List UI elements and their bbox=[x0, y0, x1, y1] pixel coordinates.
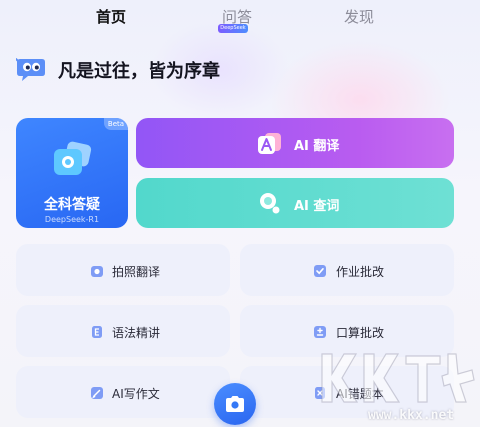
camera-fab-button[interactable] bbox=[214, 383, 256, 425]
tab-home[interactable]: 首页 bbox=[96, 6, 126, 27]
tool-label: 口算批改 bbox=[336, 326, 385, 340]
chat-bubble-mascot-icon bbox=[15, 56, 46, 82]
tool-label: 作业批改 bbox=[336, 265, 385, 279]
translate-a-icon bbox=[257, 131, 283, 155]
tool-grammar[interactable]: 语法精讲 bbox=[16, 305, 230, 357]
feature-subtitle: DeepSeek-R1 bbox=[44, 215, 100, 224]
tool-homework-grading[interactable]: 作业批改 bbox=[240, 244, 454, 296]
ai-lookup-label: AI 查词 bbox=[294, 199, 340, 214]
ai-lookup-button[interactable]: AI 查词 bbox=[136, 178, 454, 228]
tool-label: AI写作文 bbox=[112, 387, 160, 401]
top-navigation: 首页 问答 DeepSeek 发现 bbox=[0, 0, 480, 34]
feature-title: 全科答疑 bbox=[44, 197, 100, 213]
tool-label: 语法精讲 bbox=[112, 326, 161, 340]
tool-photo-translate[interactable]: 拍照翻译 bbox=[16, 244, 230, 296]
deepseek-badge: DeepSeek bbox=[218, 24, 248, 33]
greeting-text: 凡是过往，皆为序章 bbox=[58, 61, 220, 82]
ai-translate-button[interactable]: AI 翻译 bbox=[136, 118, 454, 168]
book-e-icon bbox=[90, 324, 104, 338]
beta-badge: Beta bbox=[104, 118, 128, 130]
watermark-url: www.kkx.net bbox=[368, 408, 455, 423]
tab-discover[interactable]: 发现 bbox=[344, 6, 374, 27]
tool-ai-essay[interactable]: AI写作文 bbox=[16, 366, 230, 418]
pen-icon bbox=[90, 385, 104, 399]
magnifier-dot-icon bbox=[257, 191, 283, 215]
camera-icon bbox=[226, 396, 244, 412]
ai-translate-label: AI 翻译 bbox=[294, 139, 340, 154]
check-icon bbox=[313, 263, 327, 277]
all-subject-qa-card[interactable]: Beta 全科答疑 DeepSeek-R1 bbox=[16, 118, 128, 228]
plus-minus-icon bbox=[313, 324, 327, 338]
camera-icon bbox=[90, 263, 104, 277]
photo-card-icon bbox=[52, 141, 92, 177]
tool-label: 拍照翻译 bbox=[112, 265, 161, 279]
